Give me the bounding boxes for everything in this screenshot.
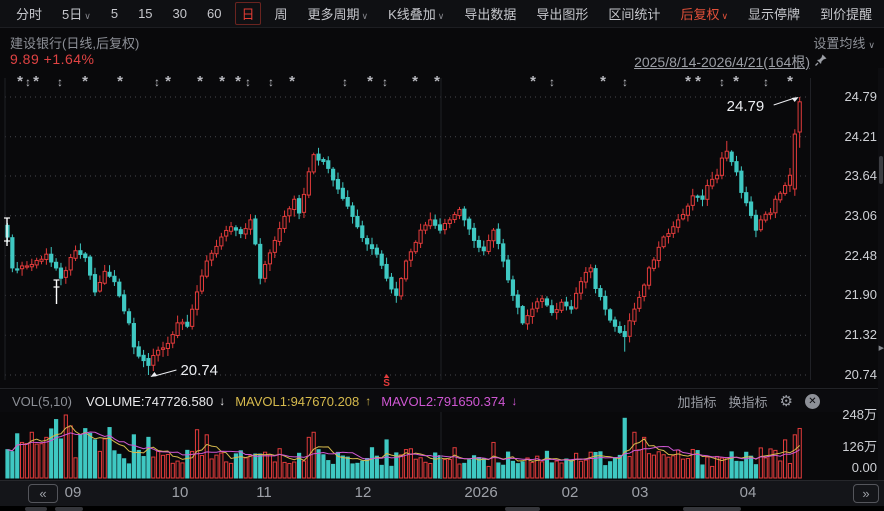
low-price-annotation: 20.74 [180, 362, 218, 379]
event-arrow-icon[interactable]: ↕ [719, 75, 725, 89]
volume-value: VOLUME:747726.580 [86, 394, 213, 409]
event-arrow-icon[interactable]: ↕ [549, 75, 555, 89]
x-axis-label-12: 12 [333, 484, 393, 501]
x-axis-label-10: 10 [150, 484, 210, 501]
tab-week[interactable]: 周 [269, 2, 294, 25]
tab-30min[interactable]: 30 [167, 4, 193, 23]
event-arrow-icon[interactable]: ↕ [763, 75, 769, 89]
announcement-star-icon[interactable]: * [733, 73, 739, 90]
event-arrow-icon[interactable]: ↕ [268, 75, 274, 89]
announcement-star-icon[interactable]: * [685, 73, 691, 90]
volume-direction-icon: ↓ [219, 394, 225, 408]
tab-60min[interactable]: 60 [201, 4, 227, 23]
announcement-star-icon[interactable]: * [165, 73, 171, 90]
announcement-star-icon[interactable]: * [33, 73, 39, 90]
price-axis-label: 23.64 [817, 167, 877, 185]
btn-export-data[interactable]: 导出数据 [458, 2, 522, 25]
announcement-star-icon[interactable]: * [219, 73, 225, 90]
x-axis-label-09: 09 [43, 484, 103, 501]
price-axis-label: 22.48 [817, 247, 877, 265]
event-arrow-icon[interactable]: ↕ [382, 75, 388, 89]
btn-range-stats[interactable]: 区间统计 [602, 2, 666, 25]
time-axis: « » 091011122026020304 [0, 480, 884, 506]
tab-5day[interactable]: 5日∨ [56, 2, 97, 25]
announcement-star-icon[interactable]: * [600, 73, 606, 90]
announcement-star-icon[interactable]: * [367, 73, 373, 90]
toolbar: 分时 5日∨ 5 15 30 60 日周更多周期∨ K线叠加∨ 导出数据导出图形区间统计后复权∨… [0, 0, 884, 28]
price-axis-label: 21.90 [817, 286, 877, 304]
stock-chart-window: 分时 5日∨ 5 15 30 60 日周更多周期∨ K线叠加∨ 导出数据导出图形区间统计后复权∨… [0, 0, 884, 511]
scrollbar-handle[interactable] [879, 156, 883, 184]
tab-15min[interactable]: 15 [132, 4, 158, 23]
dividend-marker[interactable]: S [383, 378, 390, 388]
menu-adjust-mode[interactable]: 后复权∨ [674, 2, 734, 25]
event-arrow-icon[interactable]: ↕ [342, 75, 348, 89]
pane-divider [0, 388, 884, 389]
menu-more-periods[interactable]: 更多周期∨ [302, 2, 375, 25]
btn-export-image[interactable]: 导出图形 [530, 2, 594, 25]
event-arrow-icon[interactable]: ↕ [622, 75, 628, 89]
x-axis-label-04: 04 [718, 484, 778, 501]
event-arrow-icon[interactable]: ↕ [57, 75, 63, 89]
btn-price-alert[interactable]: 到价提醒 [814, 2, 878, 25]
scroll-right-button[interactable]: » [853, 484, 879, 503]
add-indicator-button[interactable]: 加指标 [678, 392, 717, 411]
event-arrow-icon[interactable]: ↕ [25, 75, 31, 89]
mavol2-direction-icon: ↓ [511, 394, 517, 408]
indicator-name[interactable]: VOL(5,10) [12, 394, 72, 409]
gear-icon[interactable]: ⚙ [780, 394, 793, 409]
announcement-star-icon[interactable]: * [412, 73, 418, 90]
price-axis-label: 24.79 [817, 88, 877, 106]
volume-axis-label: 126万 [817, 438, 877, 456]
tab-day[interactable]: 日 [235, 2, 260, 25]
announcement-star-icon[interactable]: * [17, 73, 23, 90]
mavol1-direction-icon: ↑ [365, 394, 371, 408]
x-axis-label-03: 03 [610, 484, 670, 501]
volume-indicator-bar: VOL(5,10) VOLUME:747726.580 ↓ MAVOL1:947… [0, 390, 884, 412]
toolbar-items: 分时 5日∨ 5 15 30 60 日周更多周期∨ K线叠加∨ 导出数据导出图形区间统计后复权∨… [10, 2, 884, 25]
volume-axis-label: 248万 [817, 406, 877, 424]
chevron-down-icon: ∨ [868, 40, 875, 50]
price-axis-label: 21.32 [817, 326, 877, 344]
volume-chart[interactable]: 248万126万0.00 [0, 412, 884, 480]
x-axis-label-2026: 2026 [451, 484, 511, 501]
btn-show-suspended[interactable]: 显示停牌 [742, 2, 806, 25]
tab-minute[interactable]: 分时 [10, 2, 48, 25]
x-axis-label-11: 11 [234, 484, 294, 501]
candlestick-chart[interactable]: *↕*↕**↕****↕↕*↕*↕***↕*↕**↕*↕*S20.7424.79… [0, 68, 884, 388]
mavol2-value: MAVOL2:791650.374 [381, 394, 505, 409]
announcement-star-icon[interactable]: * [197, 73, 203, 90]
event-arrow-icon[interactable]: ↕ [245, 75, 251, 89]
event-arrow-icon[interactable]: ↕ [154, 75, 160, 89]
announcement-star-icon[interactable]: * [82, 73, 88, 90]
vertical-scrollbar[interactable]: ▶ [878, 68, 884, 480]
instrument-title: 建设银行(日线,后复权) [10, 33, 139, 52]
announcement-star-icon[interactable]: * [434, 73, 440, 90]
announcement-star-icon[interactable]: * [695, 73, 701, 90]
mavol1-value: MAVOL1:947670.208 [235, 394, 359, 409]
scroll-arrow-icon[interactable]: ▶ [879, 344, 884, 352]
price-change-readout: 9.89 +1.64% [10, 51, 95, 67]
high-price-annotation: 24.79 [727, 98, 765, 115]
announcement-star-icon[interactable]: * [787, 73, 793, 90]
volume-axis-label: 0.00 [817, 459, 877, 477]
menu-kline-overlay[interactable]: K线叠加∨ [382, 2, 450, 25]
price-axis-label: 24.21 [817, 128, 877, 146]
switch-indicator-button[interactable]: 换指标 [729, 392, 768, 411]
announcement-star-icon[interactable]: * [289, 73, 295, 90]
price-axis-label: 23.06 [817, 207, 877, 225]
horizontal-scrollbar[interactable] [0, 506, 884, 511]
price-axis-label: 20.74 [817, 366, 877, 384]
x-axis-label-02: 02 [540, 484, 600, 501]
tab-5min[interactable]: 5 [105, 4, 124, 23]
announcement-star-icon[interactable]: * [235, 73, 241, 90]
ma-settings-menu[interactable]: 设置均线∨ [813, 33, 875, 52]
announcement-star-icon[interactable]: * [117, 73, 123, 90]
announcement-star-icon[interactable]: * [530, 73, 536, 90]
